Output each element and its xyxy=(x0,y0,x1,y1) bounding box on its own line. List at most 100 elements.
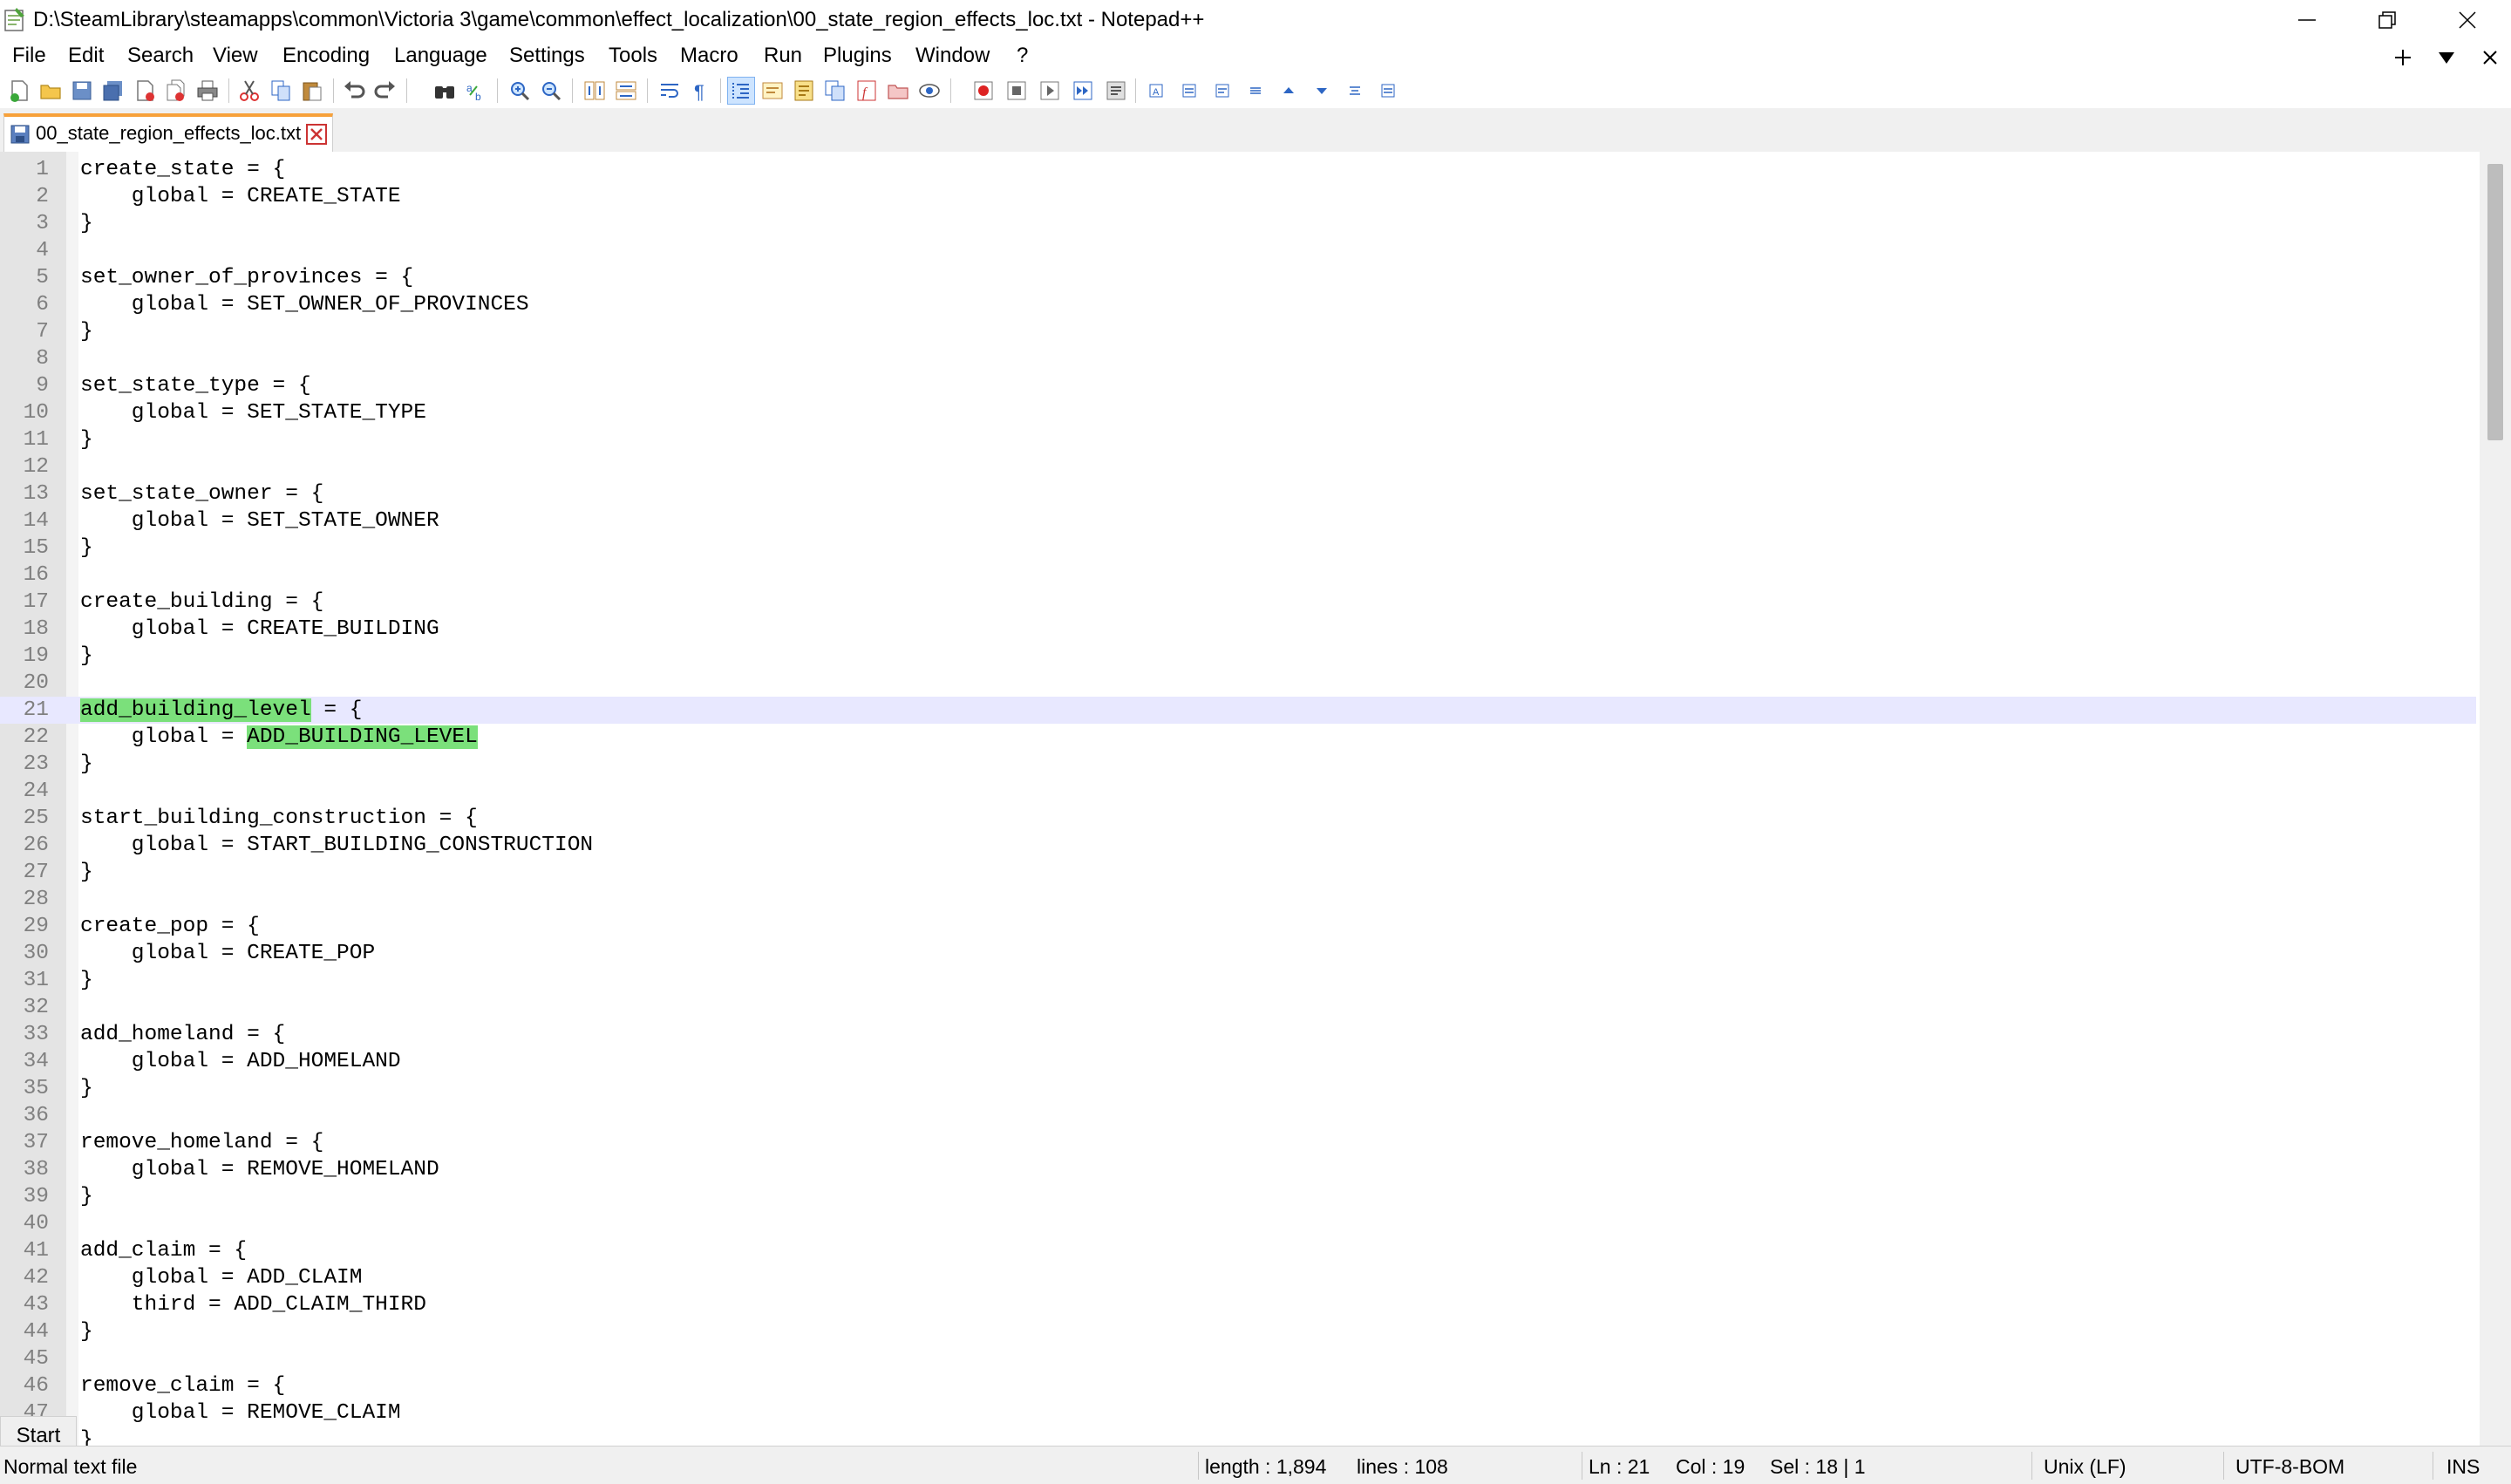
record-macro-button[interactable] xyxy=(970,77,997,105)
code-line[interactable]: 37 remove_homeland = { xyxy=(0,1129,2476,1156)
plugin-btn-4[interactable] xyxy=(1242,77,1269,105)
code-line[interactable]: 48} xyxy=(0,1426,2476,1446)
menu-file[interactable]: File xyxy=(12,44,46,68)
code-line[interactable]: 3} xyxy=(0,210,2476,237)
tab-00-state-region-effects[interactable]: 00_state_region_effects_loc.txt xyxy=(3,113,333,152)
code-line[interactable]: 10 global = SET_STATE_TYPE xyxy=(0,399,2476,426)
code-line[interactable]: 41 add_claim = { xyxy=(0,1237,2476,1264)
tab-close-icon[interactable] xyxy=(306,124,327,145)
code-line[interactable]: 15} xyxy=(0,534,2476,562)
udl-button[interactable] xyxy=(759,77,786,105)
restore-button[interactable] xyxy=(2347,0,2427,40)
new-tab-button[interactable] xyxy=(2391,45,2415,70)
code-line[interactable]: 8 xyxy=(0,345,2476,372)
move-up-button[interactable] xyxy=(1275,77,1303,105)
plugin-btn-6[interactable] xyxy=(1374,77,1402,105)
menu-language[interactable]: Language xyxy=(394,44,487,68)
code-line[interactable]: 45 xyxy=(0,1345,2476,1372)
close-button[interactable] xyxy=(131,77,159,105)
run-macro-multiple-button[interactable] xyxy=(1069,77,1097,105)
copy-button[interactable] xyxy=(267,77,295,105)
doc-map-button[interactable] xyxy=(790,77,818,105)
code-line[interactable]: 12 xyxy=(0,453,2476,480)
code-line[interactable]: 4 xyxy=(0,237,2476,264)
menu-tools[interactable]: Tools xyxy=(609,44,657,68)
code-line[interactable]: 5 set_owner_of_provinces = { xyxy=(0,264,2476,291)
save-macro-button[interactable] xyxy=(1102,77,1130,105)
new-file-button[interactable] xyxy=(5,77,33,105)
menu-plugins[interactable]: Plugins xyxy=(823,44,892,68)
text-editor[interactable]: 1 create_state = {2 global = CREATE_STATE… xyxy=(0,152,2511,1446)
menu-macro[interactable]: Macro xyxy=(680,44,738,68)
code-line[interactable]: 22 global = ADD_BUILDING_LEVEL xyxy=(0,724,2476,751)
code-line[interactable]: 35} xyxy=(0,1075,2476,1102)
code-line[interactable]: 2 global = CREATE_STATE xyxy=(0,183,2476,210)
folder-workspace-button[interactable] xyxy=(884,77,912,105)
code-line[interactable]: 13 set_state_owner = { xyxy=(0,480,2476,507)
code-line[interactable]: 33 add_homeland = { xyxy=(0,1021,2476,1048)
plugin-btn-2[interactable] xyxy=(1175,77,1203,105)
close-window-button[interactable] xyxy=(2427,0,2508,40)
code-line[interactable]: 43 third = ADD_CLAIM_THIRD xyxy=(0,1291,2476,1318)
code-line[interactable]: 9 set_state_type = { xyxy=(0,372,2476,399)
sync-horizontal-button[interactable] xyxy=(612,77,640,105)
code-area[interactable]: 1 create_state = {2 global = CREATE_STATE… xyxy=(0,156,2476,1446)
code-line[interactable]: 47 global = REMOVE_CLAIM xyxy=(0,1399,2476,1426)
stop-macro-button[interactable] xyxy=(1003,77,1031,105)
undo-button[interactable] xyxy=(340,77,368,105)
code-line[interactable]: 32 xyxy=(0,994,2476,1021)
redo-button[interactable] xyxy=(371,77,399,105)
code-line[interactable]: 42 global = ADD_CLAIM xyxy=(0,1264,2476,1291)
code-line[interactable]: 29 create_pop = { xyxy=(0,913,2476,940)
code-line[interactable]: 18 global = CREATE_BUILDING xyxy=(0,616,2476,643)
status-encoding[interactable]: UTF-8-BOM xyxy=(2235,1455,2344,1479)
menu-window[interactable]: Window xyxy=(915,44,990,68)
show-all-chars-button[interactable]: ¶ xyxy=(687,77,715,105)
code-line[interactable]: 25 start_building_construction = { xyxy=(0,805,2476,832)
zoom-out-button[interactable] xyxy=(537,77,565,105)
code-line[interactable]: 39} xyxy=(0,1183,2476,1210)
find-button[interactable] xyxy=(431,77,459,105)
code-line[interactable]: 21 add_building_level = { xyxy=(0,697,2476,724)
menu-run[interactable]: Run xyxy=(764,44,802,68)
monitoring-button[interactable] xyxy=(915,77,943,105)
code-line[interactable]: 44} xyxy=(0,1318,2476,1345)
scrollbar-thumb[interactable] xyxy=(2487,164,2503,440)
code-line[interactable]: 26 global = START_BUILDING_CONSTRUCTION xyxy=(0,832,2476,859)
code-line[interactable]: 31} xyxy=(0,967,2476,994)
save-all-button[interactable] xyxy=(99,77,127,105)
menu-encoding[interactable]: Encoding xyxy=(282,44,370,68)
status-eol[interactable]: Unix (LF) xyxy=(2044,1455,2127,1479)
code-line[interactable]: 14 global = SET_STATE_OWNER xyxy=(0,507,2476,534)
replace-button[interactable]: ab xyxy=(462,77,490,105)
menu-help[interactable]: ? xyxy=(1017,44,1028,68)
code-line[interactable]: 27} xyxy=(0,859,2476,886)
code-line[interactable]: 23} xyxy=(0,751,2476,778)
close-document-button[interactable] xyxy=(2478,45,2502,70)
menu-view[interactable]: View xyxy=(213,44,258,68)
code-line[interactable]: 38 global = REMOVE_HOMELAND xyxy=(0,1156,2476,1183)
code-line[interactable]: 46 remove_claim = { xyxy=(0,1372,2476,1399)
code-line[interactable]: 36 xyxy=(0,1102,2476,1129)
plugin-btn-1[interactable]: A xyxy=(1142,77,1170,105)
code-line[interactable]: 24 xyxy=(0,778,2476,805)
code-line[interactable]: 7} xyxy=(0,318,2476,345)
paste-button[interactable] xyxy=(298,77,326,105)
menu-edit[interactable]: Edit xyxy=(68,44,104,68)
menu-settings[interactable]: Settings xyxy=(509,44,585,68)
code-line[interactable]: 40 xyxy=(0,1210,2476,1237)
print-button[interactable] xyxy=(194,77,221,105)
code-line[interactable]: 11} xyxy=(0,426,2476,453)
code-line[interactable]: 1 create_state = { xyxy=(0,156,2476,183)
code-line[interactable]: 6 global = SET_OWNER_OF_PROVINCES xyxy=(0,291,2476,318)
status-insert-mode[interactable]: INS xyxy=(2446,1455,2480,1479)
code-line[interactable]: 28 xyxy=(0,886,2476,913)
vertical-scrollbar[interactable] xyxy=(2480,152,2511,1446)
code-line[interactable]: 19} xyxy=(0,643,2476,670)
code-line[interactable]: 16 xyxy=(0,562,2476,589)
sync-vertical-button[interactable] xyxy=(581,77,609,105)
minimize-button[interactable] xyxy=(2267,0,2347,40)
plugin-btn-3[interactable] xyxy=(1208,77,1236,105)
zoom-in-button[interactable] xyxy=(506,77,534,105)
doc-list-button[interactable] xyxy=(821,77,849,105)
